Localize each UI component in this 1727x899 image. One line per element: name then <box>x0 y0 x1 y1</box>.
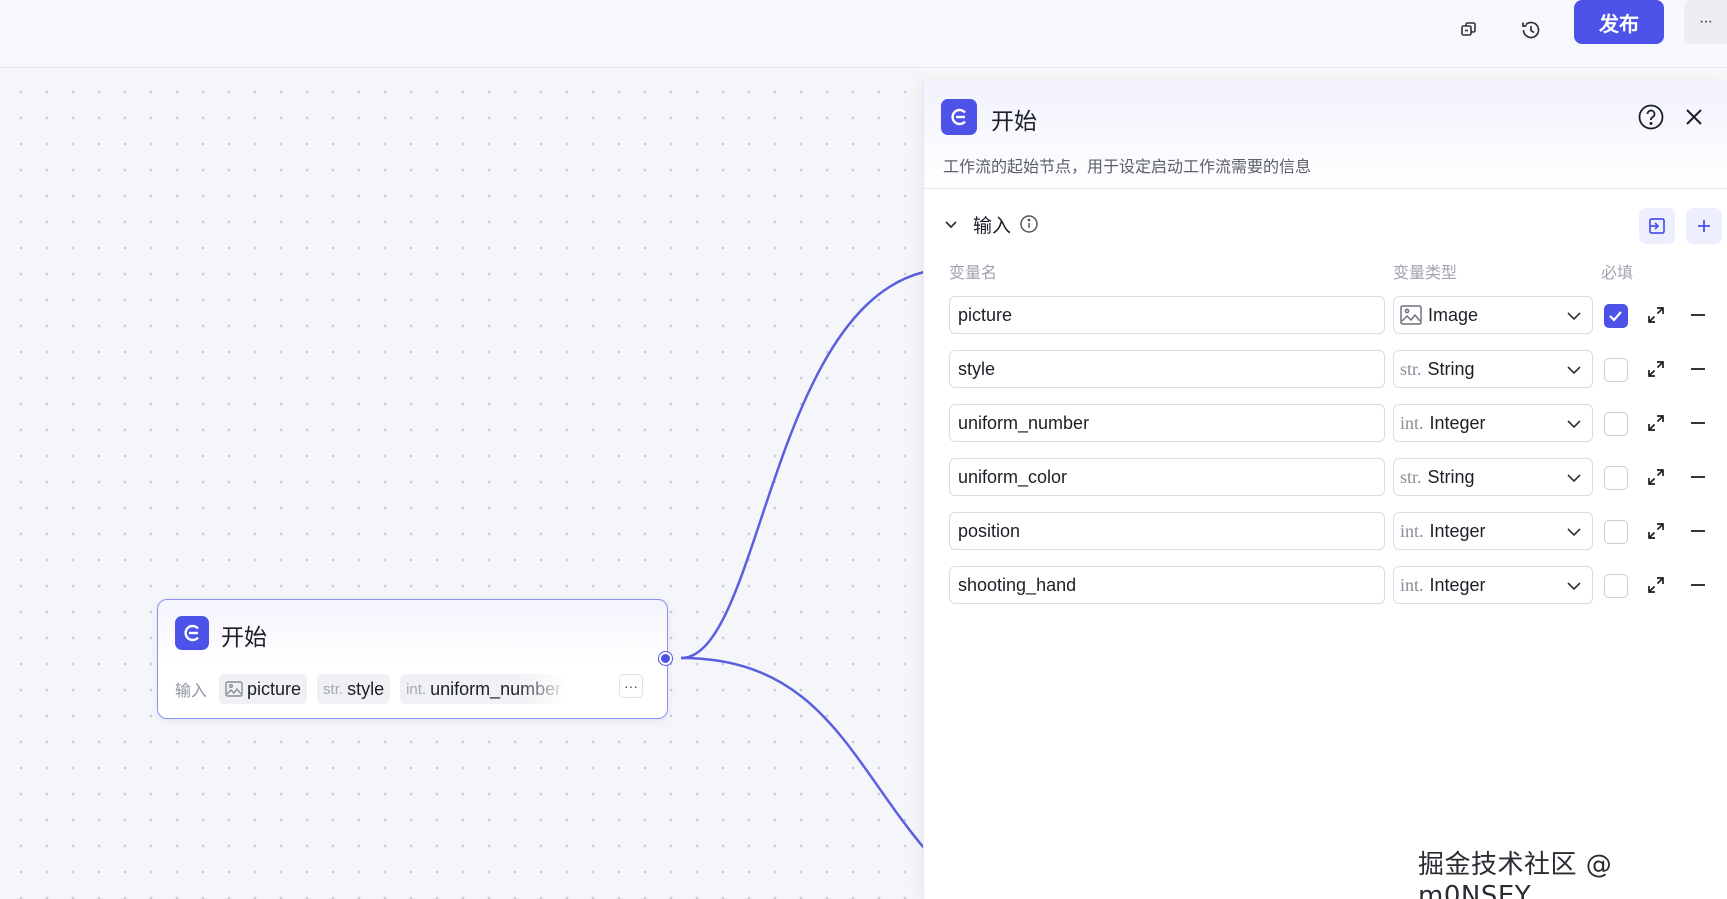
chevron-down-icon <box>1567 420 1581 429</box>
node-more-button[interactable]: ··· <box>619 674 643 698</box>
chip-name: picture <box>247 678 302 699</box>
inputs-section-title: 输入 <box>973 214 1012 237</box>
start-node-output-port[interactable] <box>659 652 672 665</box>
remove-icon[interactable] <box>1688 305 1708 325</box>
import-variables-button[interactable] <box>1639 208 1675 244</box>
input-chip: int. uniform_number <box>400 674 568 704</box>
required-checkbox[interactable] <box>1604 574 1628 598</box>
add-variable-button[interactable] <box>1686 208 1722 244</box>
plus-icon <box>1698 220 1710 232</box>
start-node-inputs: 输入 picture str. style int. uniform_numbe… <box>175 674 568 704</box>
image-icon <box>225 681 243 697</box>
panel-description: 工作流的起始节点，用于设定启动工作流需要的信息 <box>943 157 1312 176</box>
variable-type-text: Integer <box>1429 520 1486 541</box>
remove-icon[interactable] <box>1688 359 1708 379</box>
variable-name-input[interactable] <box>949 350 1385 388</box>
image-icon <box>1400 305 1422 325</box>
variable-type-select[interactable]: int. Integer <box>1393 404 1593 442</box>
panel-title: 开始 <box>991 109 1037 135</box>
expand-icon[interactable] <box>1646 467 1666 487</box>
variable-type-tag: int. <box>1400 520 1424 541</box>
chevron-down-icon <box>1567 312 1581 321</box>
watermark: 掘金技术社区 @ m0NSEY <box>1418 850 1613 899</box>
import-icon <box>1649 218 1665 234</box>
expand-icon[interactable] <box>1646 521 1666 541</box>
remove-icon[interactable] <box>1688 521 1708 541</box>
expand-icon[interactable] <box>1646 575 1666 595</box>
chevron-down-icon <box>1567 528 1581 537</box>
chevron-down-icon <box>1567 366 1581 375</box>
variable-row: int. Integer <box>924 566 1727 604</box>
variable-type-select[interactable]: str. String <box>1393 350 1593 388</box>
inputs-section-header[interactable]: 输入 <box>943 209 1039 239</box>
variable-name-input[interactable] <box>949 458 1385 496</box>
more-icon: ··· <box>1699 13 1713 30</box>
input-chip: str. style <box>317 674 391 704</box>
variable-type-select[interactable]: Image <box>1393 296 1593 334</box>
chip-name: style <box>347 678 385 699</box>
variable-type-tag: str. <box>1400 358 1422 379</box>
variable-row: int. Integer <box>924 512 1727 550</box>
history-icon[interactable] <box>1511 10 1551 50</box>
variable-type-text: Image <box>1428 304 1479 325</box>
more-menu-button[interactable]: ··· <box>1684 0 1727 44</box>
start-node[interactable]: 开始 输入 picture str. style int. uniform_nu… <box>157 599 668 719</box>
variable-row: Image <box>924 296 1727 334</box>
variable-row: int. Integer <box>924 404 1727 442</box>
column-header-required: 必填 <box>1601 263 1634 282</box>
publish-button[interactable]: 发布 <box>1574 0 1664 44</box>
expand-icon[interactable] <box>1646 413 1666 433</box>
copy-icon[interactable] <box>1449 10 1489 50</box>
workflow-canvas[interactable] <box>0 69 924 899</box>
variable-type-select[interactable]: int. Integer <box>1393 512 1593 550</box>
required-checkbox[interactable] <box>1604 358 1628 382</box>
chevron-down-icon <box>1567 582 1581 591</box>
required-checkbox[interactable] <box>1604 412 1628 436</box>
expand-icon[interactable] <box>1646 305 1666 325</box>
chip-type: int. <box>406 680 427 698</box>
inputs-label: 输入 <box>175 681 208 700</box>
variable-name-input[interactable] <box>949 512 1385 550</box>
expand-icon[interactable] <box>1646 359 1666 379</box>
variable-name-input[interactable] <box>949 566 1385 604</box>
check-icon <box>1609 311 1622 322</box>
top-toolbar: 发布 ··· <box>0 0 1727 68</box>
chip-name: uniform_number <box>430 678 562 699</box>
close-icon[interactable] <box>1682 105 1706 129</box>
remove-icon[interactable] <box>1688 575 1708 595</box>
chevron-down-icon[interactable] <box>943 216 959 232</box>
help-icon[interactable] <box>1637 103 1665 131</box>
start-node-title: 开始 <box>221 625 267 651</box>
panel-header: 开始 工作流的起始节点，用于设定启动工作流需要的信息 <box>924 81 1727 189</box>
required-checkbox[interactable] <box>1604 520 1628 544</box>
column-header-type: 变量类型 <box>1393 263 1458 282</box>
remove-icon[interactable] <box>1688 467 1708 487</box>
start-node-icon <box>175 616 209 650</box>
variable-type-text: Integer <box>1429 412 1486 433</box>
variable-type-tag: int. <box>1400 412 1424 433</box>
required-checkbox[interactable] <box>1604 466 1628 490</box>
chip-type: str. <box>323 680 344 698</box>
variable-row: str. String <box>924 350 1727 388</box>
variable-type-text: Integer <box>1429 574 1486 595</box>
chevron-down-icon <box>1567 474 1581 483</box>
required-checkbox[interactable] <box>1604 304 1628 328</box>
input-chip: picture <box>219 674 308 704</box>
variable-row: str. String <box>924 458 1727 496</box>
variable-name-input[interactable] <box>949 296 1385 334</box>
remove-icon[interactable] <box>1688 413 1708 433</box>
variable-type-tag: int. <box>1400 574 1424 595</box>
variable-name-input[interactable] <box>949 404 1385 442</box>
start-node-icon <box>941 99 977 135</box>
node-config-panel: 开始 工作流的起始节点，用于设定启动工作流需要的信息 输入 变量名 变量类型 必… <box>923 81 1727 899</box>
variable-type-text: String <box>1427 466 1475 487</box>
info-icon[interactable] <box>1019 214 1039 234</box>
variable-type-select[interactable]: int. Integer <box>1393 566 1593 604</box>
variable-type-tag: str. <box>1400 466 1422 487</box>
variable-type-select[interactable]: str. String <box>1393 458 1593 496</box>
variable-type-text: String <box>1427 358 1475 379</box>
column-header-name: 变量名 <box>949 263 998 282</box>
